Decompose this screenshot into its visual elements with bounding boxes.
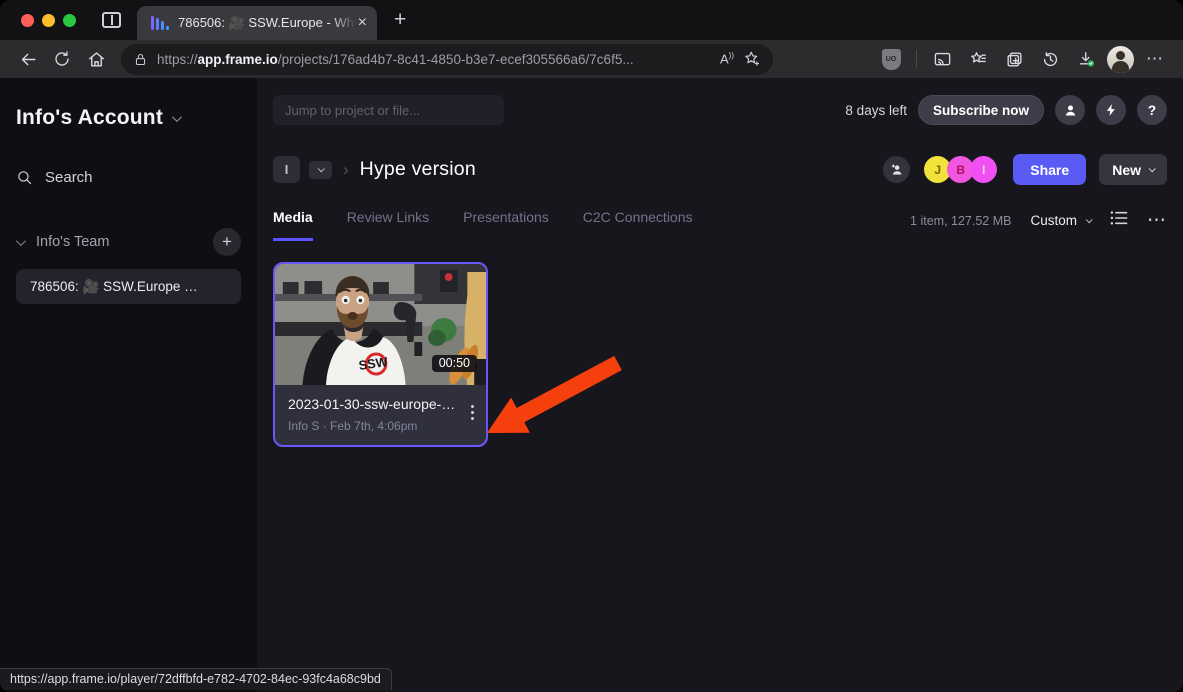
sidebar-item-project[interactable]: 786506: 🎥 SSW.Europe …	[16, 269, 241, 304]
page-title: Hype version	[360, 158, 476, 181]
file-name[interactable]: 2023-01-30-ssw-europe-…	[288, 396, 456, 412]
chevron-down-icon	[1149, 165, 1156, 172]
tab-strip: 786506: 🎥 SSW.Europe - Why × +	[0, 0, 1183, 40]
cast-media-icon[interactable]	[927, 45, 957, 73]
top-bar-right: 8 days left Subscribe now ?	[845, 95, 1167, 125]
toolbar-divider	[916, 50, 917, 68]
main-panel: 8 days left Subscribe now ? I › Hype ver…	[257, 78, 1183, 692]
duration-badge: 00:50	[432, 355, 477, 372]
top-bar: 8 days left Subscribe now ?	[273, 95, 1167, 125]
team-section-header[interactable]: Info's Team +	[16, 228, 241, 256]
tab-actions-icon[interactable]	[102, 12, 121, 28]
collections-icon[interactable]	[999, 45, 1029, 73]
list-controls: 1 item, 127.52 MB Custom ⋯	[910, 210, 1167, 241]
new-button[interactable]: New	[1099, 154, 1167, 185]
favorites-bar-icon[interactable]	[963, 45, 993, 73]
history-icon[interactable]	[1035, 45, 1065, 73]
account-members-button[interactable]	[1055, 95, 1085, 125]
chevron-down-icon	[318, 165, 325, 172]
browser-settings-icon[interactable]: ⋯	[1140, 45, 1170, 73]
list-view-icon[interactable]	[1110, 210, 1128, 231]
jump-to-input[interactable]	[273, 95, 504, 125]
sidebar-search[interactable]: Search	[16, 169, 241, 186]
browser-profile-avatar[interactable]	[1107, 46, 1134, 73]
tab-c2c-connections[interactable]: C2C Connections	[583, 209, 693, 241]
search-icon	[16, 169, 33, 186]
close-window-button[interactable]	[21, 14, 34, 27]
address-bar[interactable]: https://app.frame.io/projects/176ad4b7-8…	[121, 44, 773, 75]
collaborator-avatar[interactable]: I	[970, 156, 997, 183]
media-card[interactable]: SSW 00:50 2023-01-30-ssw-europe-… Info S…	[273, 262, 488, 447]
home-icon[interactable]	[81, 45, 111, 73]
sidebar: Info's Account Search Info's Team + 7865…	[0, 78, 257, 692]
toolbar-right-icons: UO ⋯	[876, 45, 1170, 73]
breadcrumb-separator: ›	[343, 160, 349, 180]
share-button[interactable]: Share	[1013, 154, 1086, 185]
refresh-icon[interactable]	[47, 45, 77, 73]
favorite-star-icon[interactable]	[743, 50, 761, 68]
minimize-window-button[interactable]	[42, 14, 55, 27]
ublock-extension-icon[interactable]: UO	[876, 45, 906, 73]
more-options-icon[interactable]: ⋯	[1147, 216, 1167, 226]
status-url-tooltip: https://app.frame.io/player/72dffbfd-e78…	[0, 668, 392, 690]
help-button[interactable]: ?	[1137, 95, 1167, 125]
file-meta: Info S · Feb 7th, 4:06pm	[288, 419, 456, 433]
browser-toolbar: https://app.frame.io/projects/176ad4b7-8…	[0, 40, 1183, 78]
sort-custom-dropdown[interactable]: Custom	[1030, 213, 1091, 228]
add-collaborator-button[interactable]	[883, 156, 910, 183]
person-icon	[1063, 103, 1078, 118]
frameio-favicon-icon	[151, 16, 169, 30]
chevron-down-icon	[172, 112, 182, 122]
tab-review-links[interactable]: Review Links	[347, 209, 429, 241]
person-add-icon	[889, 162, 904, 177]
team-name: Info's Team	[36, 234, 109, 250]
account-name: Info's Account	[16, 106, 163, 130]
tab-presentations[interactable]: Presentations	[463, 209, 549, 241]
search-label: Search	[45, 169, 93, 186]
project-menu-button[interactable]	[309, 161, 332, 179]
project-tabs: Media Review Links Presentations C2C Con…	[273, 209, 1167, 241]
chevron-down-icon	[1086, 216, 1093, 223]
lock-icon	[133, 52, 148, 67]
url-text: https://app.frame.io/projects/176ad4b7-8…	[157, 52, 711, 67]
downloads-icon[interactable]	[1071, 45, 1101, 73]
read-aloud-icon[interactable]: A))	[720, 51, 734, 66]
zoom-window-button[interactable]	[63, 14, 76, 27]
project-header-right: J B I Share New	[883, 154, 1167, 185]
traffic-lights	[0, 14, 90, 27]
lightning-icon	[1104, 103, 1118, 117]
new-tab-button[interactable]: +	[394, 8, 406, 32]
account-switcher[interactable]: Info's Account	[16, 106, 241, 130]
trial-countdown: 8 days left	[845, 103, 907, 118]
browser-window: 786506: 🎥 SSW.Europe - Why × + https://a…	[0, 0, 1183, 692]
project-header: I › Hype version J B I Share New	[273, 154, 1167, 185]
chevron-down-icon	[16, 236, 26, 246]
upgrades-button[interactable]	[1096, 95, 1126, 125]
card-menu-icon[interactable]	[471, 405, 474, 420]
back-icon[interactable]	[13, 45, 43, 73]
close-tab-icon[interactable]: ×	[358, 15, 367, 31]
tab-title: 786506: 🎥 SSW.Europe - Why	[178, 15, 356, 31]
project-icon[interactable]: I	[273, 156, 300, 183]
browser-tab[interactable]: 786506: 🎥 SSW.Europe - Why ×	[137, 6, 377, 40]
subscribe-now-button[interactable]: Subscribe now	[918, 95, 1044, 125]
card-info: 2023-01-30-ssw-europe-… Info S · Feb 7th…	[275, 385, 486, 445]
items-summary: 1 item, 127.52 MB	[910, 214, 1011, 228]
app-content: Info's Account Search Info's Team + 7865…	[0, 78, 1183, 692]
tab-media[interactable]: Media	[273, 209, 313, 241]
add-project-button[interactable]: +	[213, 228, 241, 256]
